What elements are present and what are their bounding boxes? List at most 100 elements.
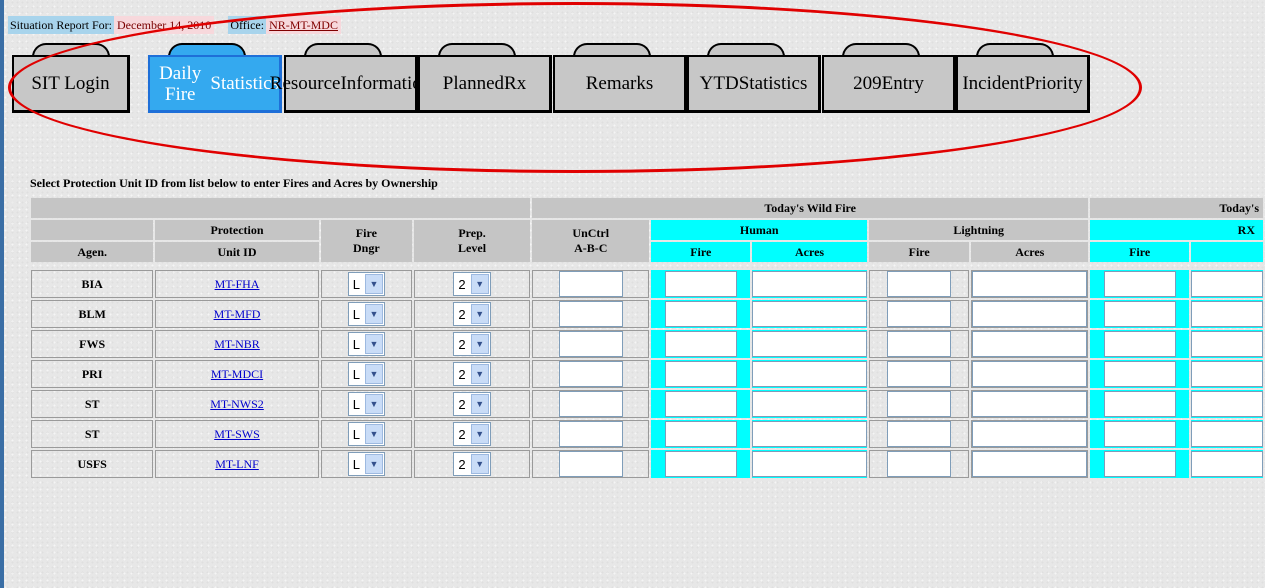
prep-level-select[interactable]: 2 ▼	[453, 392, 491, 416]
rx-acres-input[interactable]	[1191, 451, 1263, 477]
human-acres-input[interactable]	[752, 271, 868, 297]
unit-id-link[interactable]: MT-SWS	[214, 427, 260, 441]
chevron-down-icon[interactable]: ▼	[364, 424, 383, 444]
lightning-fire-input[interactable]	[887, 421, 952, 447]
rx-acres-input[interactable]	[1191, 331, 1263, 357]
human-acres-input[interactable]	[752, 331, 868, 357]
unit-id-link[interactable]: MT-MFD	[214, 307, 261, 321]
fire-danger-select[interactable]: L ▼	[347, 452, 385, 476]
human-acres-input[interactable]	[752, 301, 868, 327]
prep-level-select[interactable]: 2 ▼	[453, 362, 491, 386]
lightning-fire-input[interactable]	[887, 391, 952, 417]
tab-label[interactable]: Daily Fire Statistics	[148, 55, 282, 113]
rx-fire-input[interactable]	[1103, 421, 1176, 447]
chevron-down-icon[interactable]: ▼	[470, 364, 489, 384]
tab-label[interactable]: Remarks	[553, 55, 687, 113]
chevron-down-icon[interactable]: ▼	[470, 394, 489, 414]
human-fire-input[interactable]	[664, 421, 737, 447]
chevron-down-icon[interactable]: ▼	[470, 274, 489, 294]
human-acres-input[interactable]	[752, 391, 868, 417]
unctrl-input[interactable]	[558, 331, 623, 357]
tab-3[interactable]: Planned Rx	[418, 38, 552, 113]
rx-acres-input[interactable]	[1191, 391, 1263, 417]
tab-4[interactable]: Remarks	[553, 38, 687, 113]
lightning-fire-input[interactable]	[887, 271, 952, 297]
unctrl-input[interactable]	[558, 451, 623, 477]
tab-label[interactable]: YTD Statistics	[687, 55, 821, 113]
lightning-fire-input[interactable]	[887, 361, 952, 387]
prep-level-select[interactable]: 2 ▼	[453, 272, 491, 296]
rx-acres-input[interactable]	[1191, 271, 1263, 297]
human-acres-input[interactable]	[752, 451, 868, 477]
chevron-down-icon[interactable]: ▼	[364, 334, 383, 354]
tab-label[interactable]: 209 Entry	[822, 55, 956, 113]
office-link[interactable]: NR-MT-MDC	[266, 16, 341, 34]
tab-0[interactable]: SIT Login	[12, 38, 130, 113]
rx-fire-input[interactable]	[1103, 361, 1176, 387]
rx-acres-input[interactable]	[1191, 421, 1263, 447]
chevron-down-icon[interactable]: ▼	[470, 334, 489, 354]
unit-id-link[interactable]: MT-FHA	[215, 277, 260, 291]
prep-level-select[interactable]: 2 ▼	[453, 452, 491, 476]
fire-danger-select[interactable]: L ▼	[347, 302, 385, 326]
human-fire-input[interactable]	[664, 361, 737, 387]
fire-danger-select[interactable]: L ▼	[347, 422, 385, 446]
human-fire-input[interactable]	[664, 451, 737, 477]
tab-1[interactable]: Daily Fire Statistics	[148, 38, 282, 113]
chevron-down-icon[interactable]: ▼	[470, 424, 489, 444]
lightning-acres-input[interactable]	[972, 301, 1088, 327]
prep-level-select[interactable]: 2 ▼	[453, 302, 491, 326]
unctrl-input[interactable]	[558, 421, 623, 447]
human-acres-input[interactable]	[752, 361, 868, 387]
tab-label[interactable]: SIT Login	[12, 55, 130, 113]
lightning-acres-input[interactable]	[972, 391, 1088, 417]
fire-danger-select[interactable]: L ▼	[347, 362, 385, 386]
human-fire-input[interactable]	[664, 301, 737, 327]
unit-id-link[interactable]: MT-NBR	[214, 337, 260, 351]
tab-label[interactable]: Resource Information	[270, 55, 431, 113]
unit-id-link[interactable]: MT-MDCI	[211, 367, 263, 381]
fire-danger-select[interactable]: L ▼	[347, 392, 385, 416]
unctrl-input[interactable]	[558, 361, 623, 387]
lightning-acres-input[interactable]	[972, 361, 1088, 387]
prep-level-select[interactable]: 2 ▼	[453, 332, 491, 356]
human-fire-input[interactable]	[664, 271, 737, 297]
human-fire-input[interactable]	[664, 331, 737, 357]
human-fire-input[interactable]	[664, 391, 737, 417]
chevron-down-icon[interactable]: ▼	[364, 364, 383, 384]
unctrl-input[interactable]	[558, 271, 623, 297]
rx-fire-input[interactable]	[1103, 451, 1176, 477]
rx-acres-input[interactable]	[1191, 361, 1263, 387]
lightning-fire-input[interactable]	[887, 451, 952, 477]
chevron-down-icon[interactable]: ▼	[470, 304, 489, 324]
chevron-down-icon[interactable]: ▼	[364, 304, 383, 324]
rx-fire-input[interactable]	[1103, 271, 1176, 297]
unctrl-input[interactable]	[558, 391, 623, 417]
tab-label[interactable]: Incident Priority	[956, 55, 1090, 113]
tab-5[interactable]: YTD Statistics	[687, 38, 821, 113]
chevron-down-icon[interactable]: ▼	[364, 274, 383, 294]
chevron-down-icon[interactable]: ▼	[470, 454, 489, 474]
chevron-down-icon[interactable]: ▼	[364, 454, 383, 474]
fire-danger-select[interactable]: L ▼	[347, 332, 385, 356]
rx-fire-input[interactable]	[1103, 331, 1176, 357]
tab-7[interactable]: Incident Priority	[956, 38, 1090, 113]
unit-id-link[interactable]: MT-LNF	[215, 457, 259, 471]
rx-fire-input[interactable]	[1103, 301, 1176, 327]
lightning-acres-input[interactable]	[972, 421, 1088, 447]
rx-acres-input[interactable]	[1191, 301, 1263, 327]
unit-id-link[interactable]: MT-NWS2	[210, 397, 264, 411]
tab-6[interactable]: 209 Entry	[822, 38, 956, 113]
human-acres-input[interactable]	[752, 421, 868, 447]
rx-fire-input[interactable]	[1103, 391, 1176, 417]
lightning-acres-input[interactable]	[972, 451, 1088, 477]
unctrl-input[interactable]	[558, 301, 623, 327]
prep-level-select[interactable]: 2 ▼	[453, 422, 491, 446]
lightning-acres-input[interactable]	[972, 271, 1088, 297]
tab-2[interactable]: Resource Information	[270, 38, 431, 113]
fire-danger-select[interactable]: L ▼	[347, 272, 385, 296]
lightning-fire-input[interactable]	[887, 301, 952, 327]
tab-label[interactable]: Planned Rx	[418, 55, 552, 113]
lightning-acres-input[interactable]	[972, 331, 1088, 357]
lightning-fire-input[interactable]	[887, 331, 952, 357]
